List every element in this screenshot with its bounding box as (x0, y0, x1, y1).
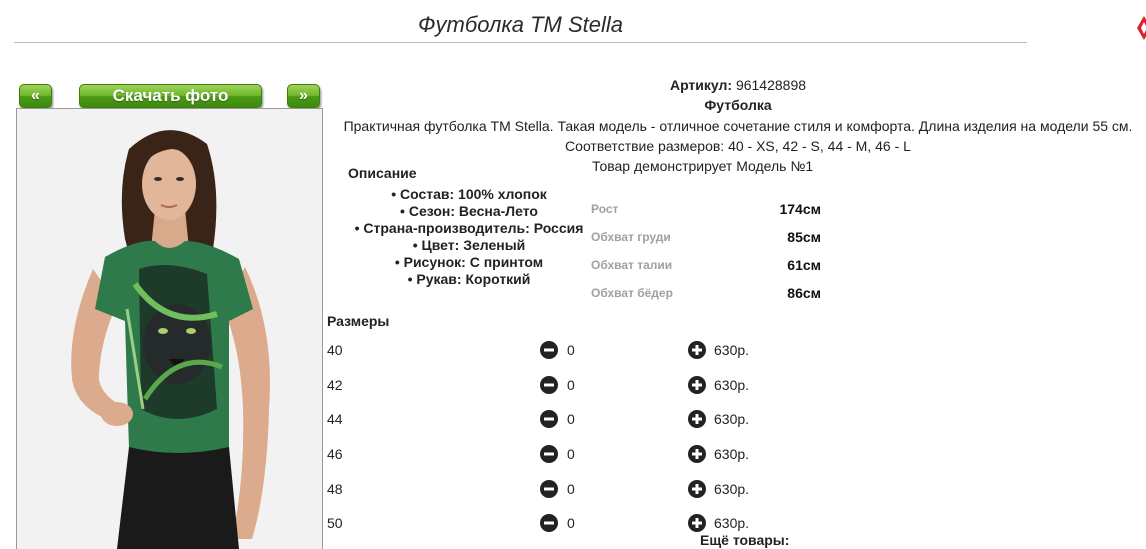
quantity-value: 0 (567, 377, 575, 393)
plus-circle-icon[interactable] (688, 514, 706, 532)
feature-item: Страна-производитель: Россия (338, 220, 600, 237)
sizes-heading: Размеры (327, 313, 390, 329)
size-price: 630р. (714, 481, 750, 497)
prev-photo-button[interactable]: « (19, 84, 52, 108)
model-illustration (17, 109, 322, 549)
article-label: Артикул: (669, 77, 733, 93)
minus-circle-icon[interactable] (540, 514, 558, 532)
product-description: Практичная футболка TM Stella. Такая мод… (343, 118, 1133, 134)
size-price: 630р. (714, 377, 750, 393)
plus-circle-icon[interactable] (688, 410, 706, 428)
quantity-value: 0 (567, 446, 575, 462)
size-row: 42 0 630р. (327, 375, 787, 397)
plus-circle-icon[interactable] (688, 480, 706, 498)
features-list: Состав: 100% хлопок Сезон: Весна-Лето Ст… (338, 186, 600, 288)
size-row: 48 0 630р. (327, 479, 787, 501)
size-price: 630р. (714, 515, 750, 531)
size-price: 630р. (714, 411, 750, 427)
size-label: 40 (327, 342, 343, 358)
minus-circle-icon[interactable] (540, 480, 558, 498)
quantity-value: 0 (567, 481, 575, 497)
minus-circle-icon[interactable] (540, 376, 558, 394)
measurement-value: 61см (787, 257, 821, 273)
size-label: 48 (327, 481, 343, 497)
quantity-value: 0 (567, 411, 575, 427)
feature-item: Рукав: Короткий (338, 271, 600, 288)
quantity-value: 0 (567, 515, 575, 531)
size-label: 44 (327, 411, 343, 427)
product-photo[interactable] (16, 108, 323, 549)
measurement-value: 85см (787, 229, 821, 245)
feature-item: Состав: 100% хлопок (338, 186, 600, 203)
measurement-label: Обхват талии (591, 258, 673, 272)
size-label: 50 (327, 515, 343, 531)
product-type: Футболка (704, 97, 772, 113)
corner-logo-icon (1137, 16, 1146, 40)
measurement-value: 174см (779, 201, 821, 217)
measurement-row: Обхват груди 85см (591, 229, 821, 250)
measurement-value: 86см (787, 285, 821, 301)
feature-item: Сезон: Весна-Лето (338, 203, 600, 220)
measurement-row: Обхват бёдер 86см (591, 285, 821, 306)
size-label: 46 (327, 446, 343, 462)
article-value: 961428898 (735, 77, 807, 93)
download-photo-button[interactable]: Скачать фото (79, 84, 262, 108)
size-row: 40 0 630р. (327, 340, 787, 362)
plus-circle-icon[interactable] (688, 341, 706, 359)
size-price: 630р. (714, 342, 750, 358)
page-title: Футболка TM Stella (14, 10, 1027, 43)
feature-item: Цвет: Зеленый (338, 237, 600, 254)
measurement-row: Рост 174см (591, 201, 821, 222)
measurement-row: Обхват талии 61см (591, 257, 821, 278)
more-products-heading: Ещё товары: (700, 532, 790, 548)
feature-item: Рисунок: С принтом (338, 254, 600, 271)
description-heading: Описание (348, 165, 417, 181)
minus-circle-icon[interactable] (540, 445, 558, 463)
minus-circle-icon[interactable] (540, 410, 558, 428)
size-row: 46 0 630р. (327, 444, 787, 466)
size-label: 42 (327, 377, 343, 393)
size-correspondence: Соответствие размеров: 40 - XS, 42 - S, … (565, 138, 911, 154)
size-price: 630р. (714, 446, 750, 462)
plus-circle-icon[interactable] (688, 445, 706, 463)
measurement-label: Обхват груди (591, 230, 671, 244)
quantity-value: 0 (567, 342, 575, 358)
measurement-label: Обхват бёдер (591, 286, 673, 300)
size-row: 44 0 630р. (327, 409, 787, 431)
measurement-label: Рост (591, 202, 619, 216)
minus-circle-icon[interactable] (540, 341, 558, 359)
next-photo-button[interactable]: » (287, 84, 320, 108)
model-demo-text: Товар демонстрирует Модель №1 (592, 158, 814, 174)
plus-circle-icon[interactable] (688, 376, 706, 394)
